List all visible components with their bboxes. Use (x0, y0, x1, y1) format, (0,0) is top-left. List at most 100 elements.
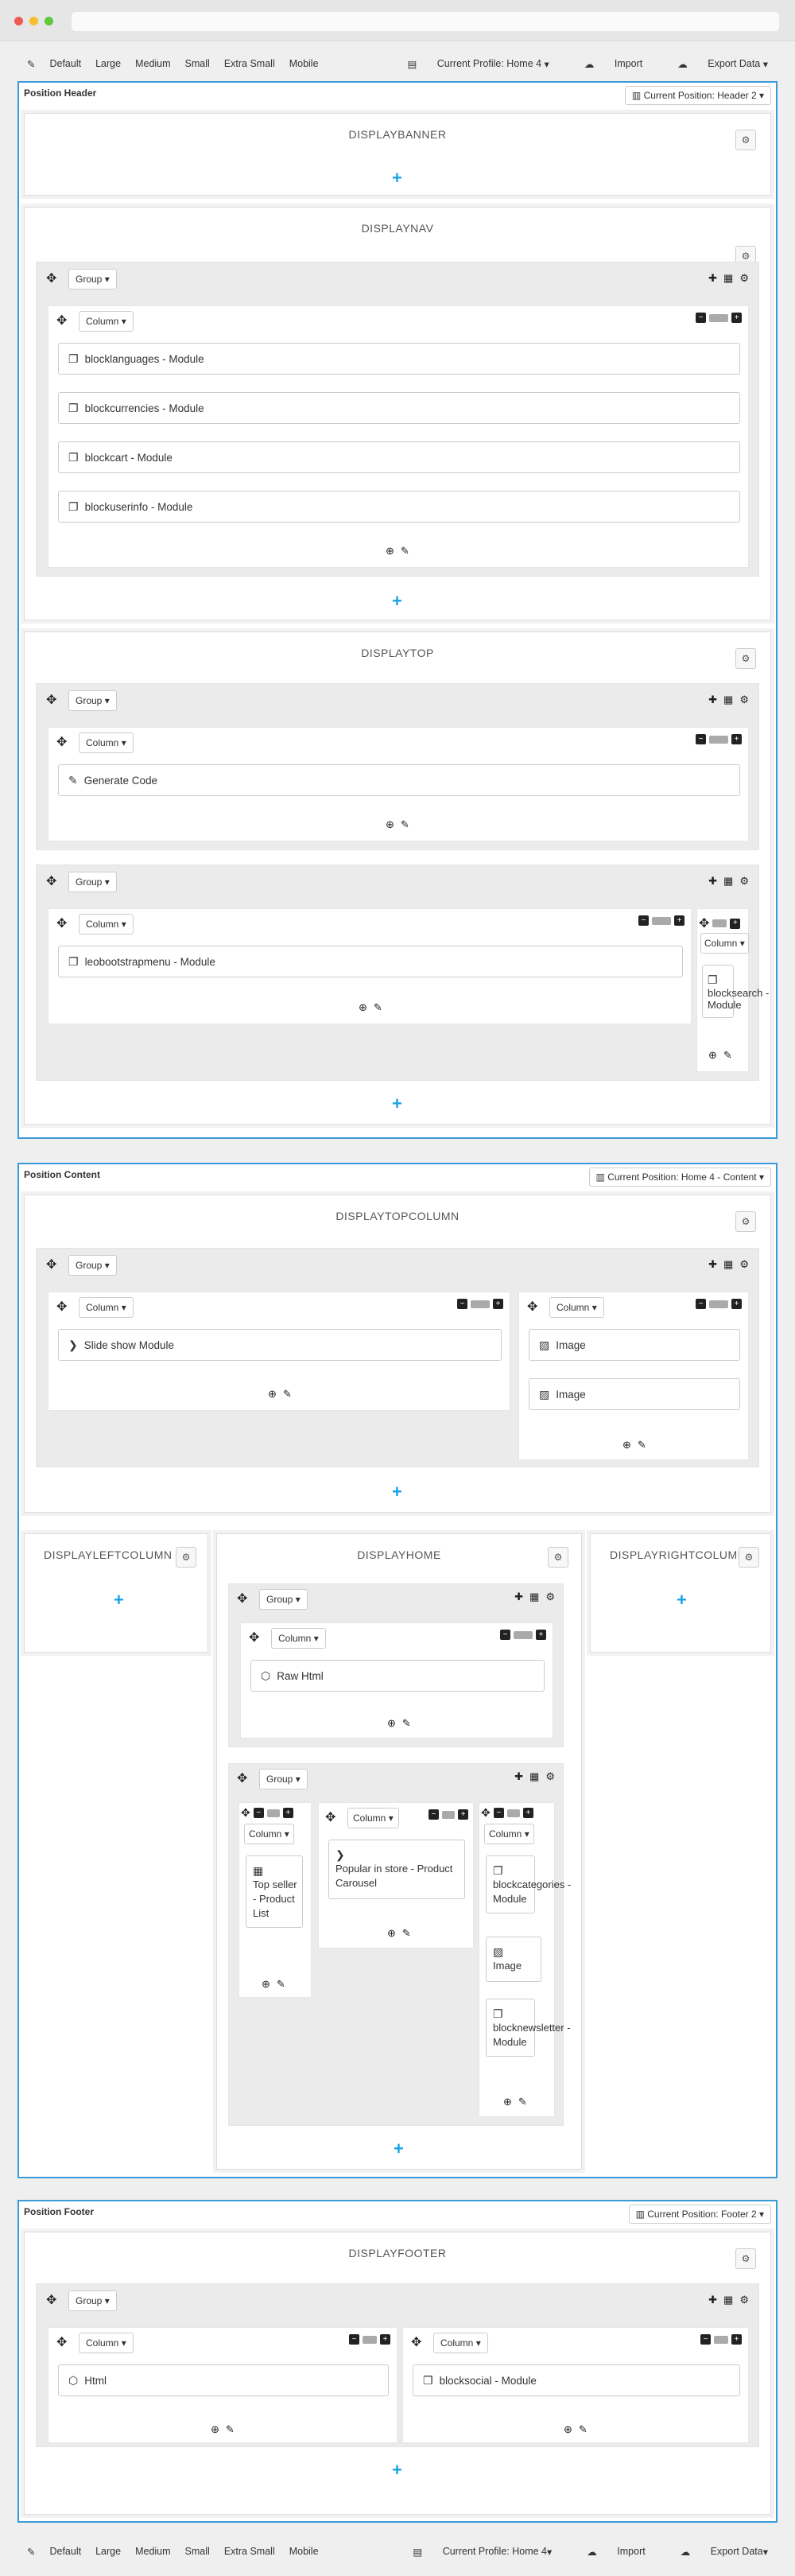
column-dropdown[interactable]: Column ▾ (433, 2333, 488, 2353)
size-extra-small[interactable]: Extra Small (224, 2546, 275, 2557)
move-icon[interactable]: ✥ (249, 1630, 259, 1645)
add-group-icon[interactable]: + (392, 2461, 402, 2479)
move-icon[interactable]: ✥ (237, 1591, 247, 1607)
pencil-icon[interactable]: ✎ (277, 1978, 285, 1991)
size-medium[interactable]: Medium (135, 2546, 170, 2557)
add-module-icon[interactable]: ⊕ (268, 1388, 277, 1401)
plus-icon[interactable]: + (674, 915, 684, 926)
pencil-icon[interactable]: ✎ (579, 2423, 588, 2436)
size-small[interactable]: Small (185, 2546, 210, 2557)
maximize-dot[interactable] (45, 17, 53, 25)
column-dropdown[interactable]: Column ▾ (549, 1297, 604, 1318)
add-column-icon[interactable]: ✚ (708, 694, 717, 706)
size-extra-small[interactable]: Extra Small (224, 58, 275, 69)
column-dropdown[interactable]: Column ▾ (79, 311, 134, 332)
column-dropdown[interactable]: Column ▾ (79, 1297, 134, 1318)
magic-wand-icon[interactable]: ✎ (27, 2546, 35, 2558)
plus-icon[interactable]: + (731, 734, 742, 744)
add-column-icon[interactable]: ✚ (708, 272, 717, 285)
pencil-icon[interactable]: ✎ (401, 818, 409, 831)
move-icon[interactable]: ✥ (46, 270, 56, 286)
plus-icon[interactable]: + (458, 1809, 468, 1820)
module-item[interactable]: ⬡ Html (58, 2364, 389, 2396)
module-item[interactable]: ❐ blockuserinfo - Module (58, 491, 740, 523)
move-icon[interactable]: ✥ (46, 1257, 56, 1272)
move-icon[interactable]: ✥ (46, 692, 56, 708)
plus-icon[interactable]: + (730, 918, 741, 929)
module-item[interactable]: ❐ blocklanguages - Module (58, 343, 740, 375)
grid-icon[interactable]: ▦ (529, 1770, 539, 1783)
module-item[interactable]: ❐ blockcurrencies - Module (58, 392, 740, 424)
add-module-icon[interactable]: ⊕ (262, 1978, 270, 1991)
minus-icon[interactable]: − (696, 313, 706, 323)
pencil-icon[interactable]: ✎ (402, 1927, 411, 1940)
add-module-icon[interactable]: ⊕ (387, 1717, 396, 1730)
column-dropdown[interactable]: Column ▾ (484, 1824, 534, 1844)
settings-icon[interactable]: ⚙ (545, 1591, 555, 1603)
module-item[interactable]: ❯ Slide show Module (58, 1329, 502, 1361)
add-module-icon[interactable]: ⊕ (386, 545, 394, 558)
column-dropdown[interactable]: Column ▾ (244, 1824, 294, 1844)
export-button[interactable]: ☁ Export Data ▾ (660, 58, 768, 70)
column-dropdown[interactable]: Column ▾ (79, 914, 134, 934)
pencil-icon[interactable]: ✎ (638, 1439, 646, 1451)
module-item[interactable]: ❐ blocksearch - Module (702, 965, 769, 1018)
profile-button[interactable]: ▤ Current Profile: Home 4 ▾ (395, 2546, 552, 2558)
size-default[interactable]: Default (49, 58, 81, 69)
settings-icon[interactable]: ⚙ (735, 2248, 756, 2269)
add-module-icon[interactable]: ⊕ (564, 2423, 572, 2436)
settings-icon[interactable]: ⚙ (176, 1547, 196, 1568)
grid-icon[interactable]: ▦ (723, 694, 733, 706)
size-default[interactable]: Default (49, 2546, 81, 2557)
add-column-icon[interactable]: ✚ (514, 1591, 523, 1603)
move-icon[interactable]: ✥ (325, 1809, 335, 1825)
module-item[interactable]: ❯ Popular in store - Product Carousel (328, 1840, 465, 1899)
move-icon[interactable]: ✥ (411, 2334, 421, 2350)
plus-icon[interactable]: + (522, 1808, 533, 1818)
current-position-button[interactable]: ▥ Current Position: Footer 2 ▾ (628, 2205, 771, 2224)
minus-icon[interactable]: − (500, 1630, 510, 1640)
group-dropdown[interactable]: Group ▾ (68, 2290, 117, 2311)
add-group-icon[interactable]: + (392, 169, 402, 187)
plus-icon[interactable]: + (282, 1808, 293, 1818)
minus-icon[interactable]: − (638, 915, 649, 926)
minus-icon[interactable]: − (696, 1299, 706, 1309)
group-dropdown[interactable]: Group ▾ (68, 690, 117, 711)
settings-icon[interactable]: ⚙ (735, 1211, 756, 1232)
plus-icon[interactable]: + (493, 1299, 503, 1309)
module-item[interactable]: ▨ Image (529, 1378, 740, 1410)
minus-icon[interactable]: − (457, 1299, 467, 1309)
add-module-icon[interactable]: ⊕ (359, 1001, 367, 1014)
plus-icon[interactable]: + (731, 1299, 742, 1309)
settings-icon[interactable]: ⚙ (548, 1547, 568, 1568)
settings-icon[interactable]: ⚙ (735, 130, 756, 150)
settings-icon[interactable]: ⚙ (739, 2294, 749, 2306)
module-item[interactable]: ⬡ Raw Html (250, 1660, 545, 1692)
grid-icon[interactable]: ▦ (723, 272, 733, 285)
column-dropdown[interactable]: Column ▾ (271, 1628, 326, 1649)
module-item[interactable]: ▨ Image (529, 1329, 740, 1361)
add-group-icon[interactable]: + (394, 2140, 404, 2158)
add-group-icon[interactable]: + (392, 1095, 402, 1113)
settings-icon[interactable]: ⚙ (739, 694, 749, 706)
group-dropdown[interactable]: Group ▾ (259, 1769, 308, 1789)
plus-icon[interactable]: + (731, 313, 742, 323)
group-dropdown[interactable]: Group ▾ (68, 1255, 117, 1276)
grid-icon[interactable]: ▦ (723, 2294, 733, 2306)
size-small[interactable]: Small (185, 58, 210, 69)
move-icon[interactable]: ✥ (56, 1299, 67, 1315)
group-dropdown[interactable]: Group ▾ (68, 872, 117, 892)
pencil-icon[interactable]: ✎ (283, 1388, 292, 1401)
grid-icon[interactable]: ▦ (723, 1258, 733, 1271)
settings-icon[interactable]: ⚙ (739, 1547, 759, 1568)
group-dropdown[interactable]: Group ▾ (68, 269, 117, 289)
move-icon[interactable]: ✥ (56, 313, 67, 328)
add-module-icon[interactable]: ⊕ (708, 1049, 717, 1062)
move-icon[interactable]: ✥ (241, 1806, 250, 1820)
profile-button[interactable]: ▤ Current Profile: Home 4 ▾ (390, 58, 549, 70)
current-position-button[interactable]: ▥ Current Position: Header 2 ▾ (624, 86, 771, 105)
minus-icon[interactable]: − (429, 1809, 439, 1820)
minimize-dot[interactable] (29, 17, 38, 25)
pencil-icon[interactable]: ✎ (402, 1717, 411, 1730)
size-mobile[interactable]: Mobile (289, 2546, 319, 2557)
